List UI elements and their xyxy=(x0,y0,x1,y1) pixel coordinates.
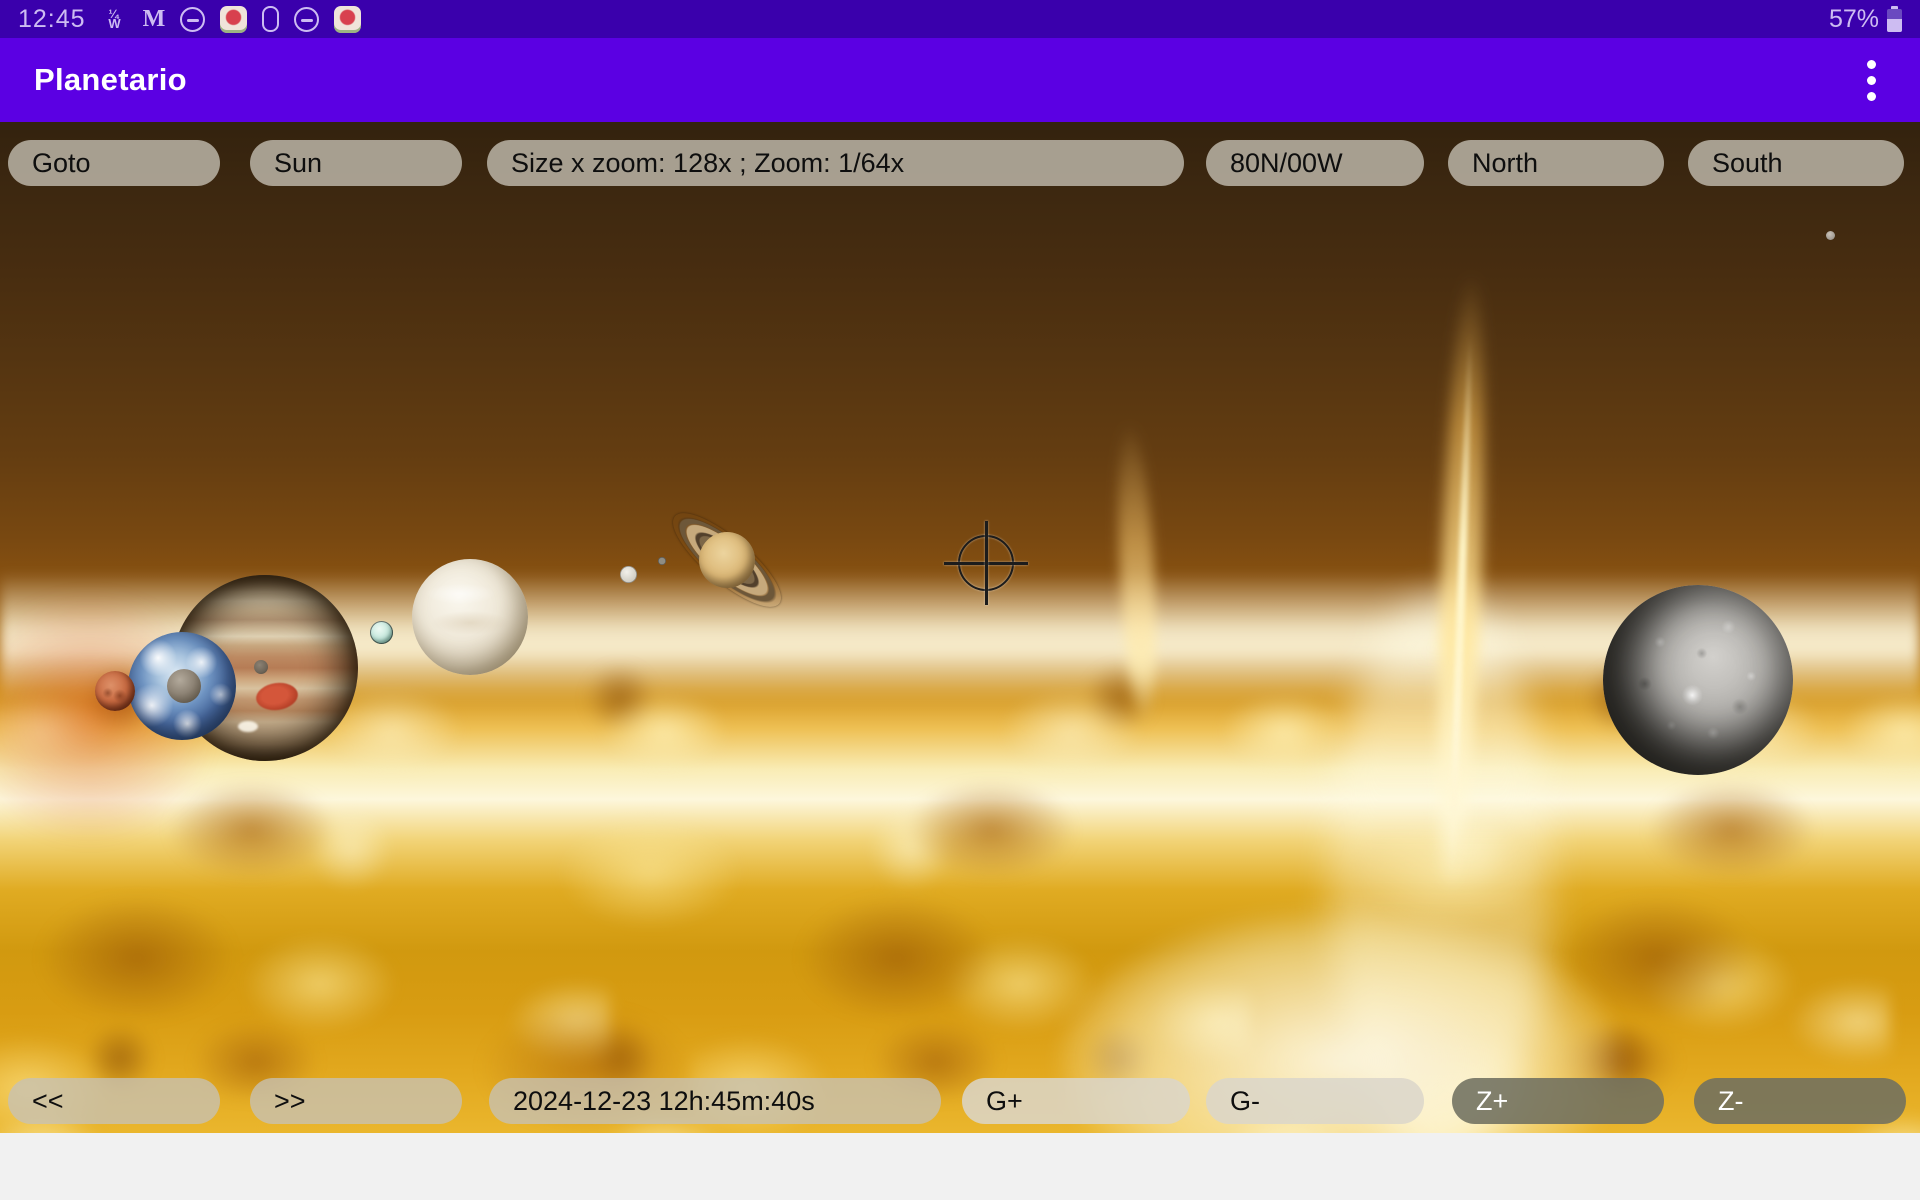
zoom-info-button[interactable]: Size x zoom: 128x ; Zoom: 1/64x xyxy=(487,140,1184,186)
circular-app-icon xyxy=(180,7,205,32)
planetario-app-screen: 12:45 ¼ W M 57% Planetario xyxy=(0,0,1920,1200)
red-app-icon-2 xyxy=(334,6,361,33)
circular-app-icon-2 xyxy=(294,7,319,32)
overflow-menu-icon[interactable] xyxy=(1857,54,1886,107)
jupiter-great-red-spot xyxy=(254,680,299,713)
navigation-bar xyxy=(0,1133,1920,1200)
sky-viewport[interactable] xyxy=(0,122,1920,1133)
coordinates-button[interactable]: 80N/00W xyxy=(1206,140,1424,186)
weather-icon: ¼ W xyxy=(102,5,128,33)
jupiter-white-storm xyxy=(238,721,258,732)
step-forward-button[interactable]: >> xyxy=(250,1078,462,1124)
south-button[interactable]: South xyxy=(1688,140,1904,186)
jupiter-moon[interactable] xyxy=(254,660,268,674)
venus[interactable] xyxy=(412,559,528,675)
red-app-icon xyxy=(220,6,247,33)
g-minus-button[interactable]: G- xyxy=(1206,1078,1424,1124)
app-bar: Planetario xyxy=(0,38,1920,122)
gmail-icon: M xyxy=(143,5,166,33)
battery-percent: 57% xyxy=(1829,5,1879,34)
step-back-button[interactable]: << xyxy=(8,1078,220,1124)
notification-icons: ¼ W M xyxy=(102,5,362,33)
status-bar: 12:45 ¼ W M 57% xyxy=(0,0,1920,38)
distant-body[interactable] xyxy=(1826,231,1835,240)
mercury[interactable] xyxy=(1603,585,1793,775)
badge-icon xyxy=(262,6,279,32)
z-plus-button[interactable]: Z+ xyxy=(1452,1078,1664,1124)
north-button[interactable]: North xyxy=(1448,140,1664,186)
saturn[interactable] xyxy=(657,490,797,630)
mars[interactable] xyxy=(95,671,135,711)
z-minus-button[interactable]: Z- xyxy=(1694,1078,1906,1124)
target-button[interactable]: Sun xyxy=(250,140,462,186)
crosshair-reticle xyxy=(944,521,1028,605)
uranus[interactable] xyxy=(620,566,637,583)
clock: 12:45 xyxy=(18,5,86,34)
neptune[interactable] xyxy=(370,621,393,644)
goto-button[interactable]: Goto xyxy=(8,140,220,186)
battery-icon xyxy=(1887,6,1902,32)
page-title: Planetario xyxy=(34,62,187,98)
g-plus-button[interactable]: G+ xyxy=(962,1078,1190,1124)
moon[interactable] xyxy=(167,669,201,703)
datetime-button[interactable]: 2024-12-23 12h:45m:40s xyxy=(489,1078,941,1124)
